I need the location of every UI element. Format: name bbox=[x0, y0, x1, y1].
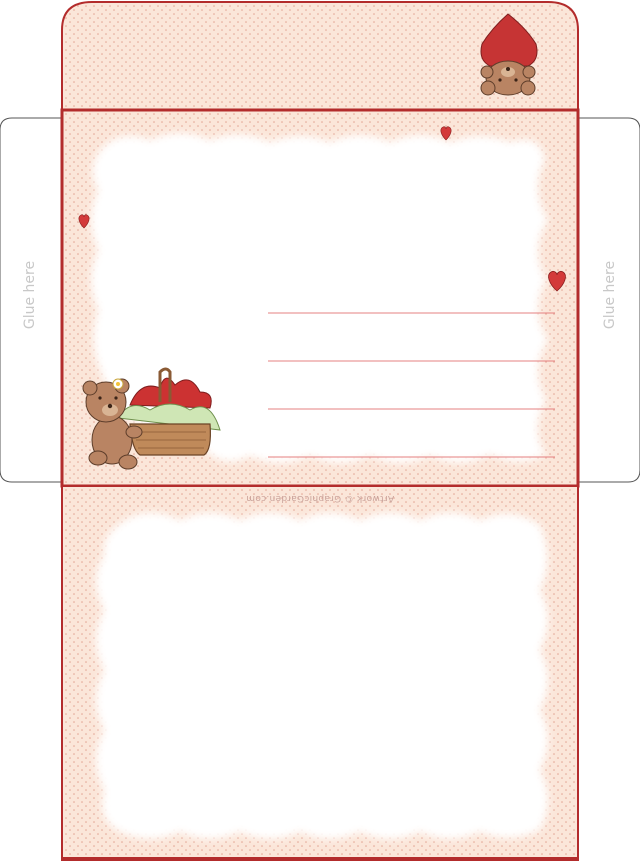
envelope-template bbox=[0, 1, 640, 861]
credit-text: Artwork © GraphicGarden.com bbox=[245, 493, 395, 503]
bottom-cloud bbox=[96, 512, 548, 839]
right-glue-label: Glue here bbox=[602, 260, 618, 330]
left-glue-label: Glue here bbox=[22, 260, 38, 330]
